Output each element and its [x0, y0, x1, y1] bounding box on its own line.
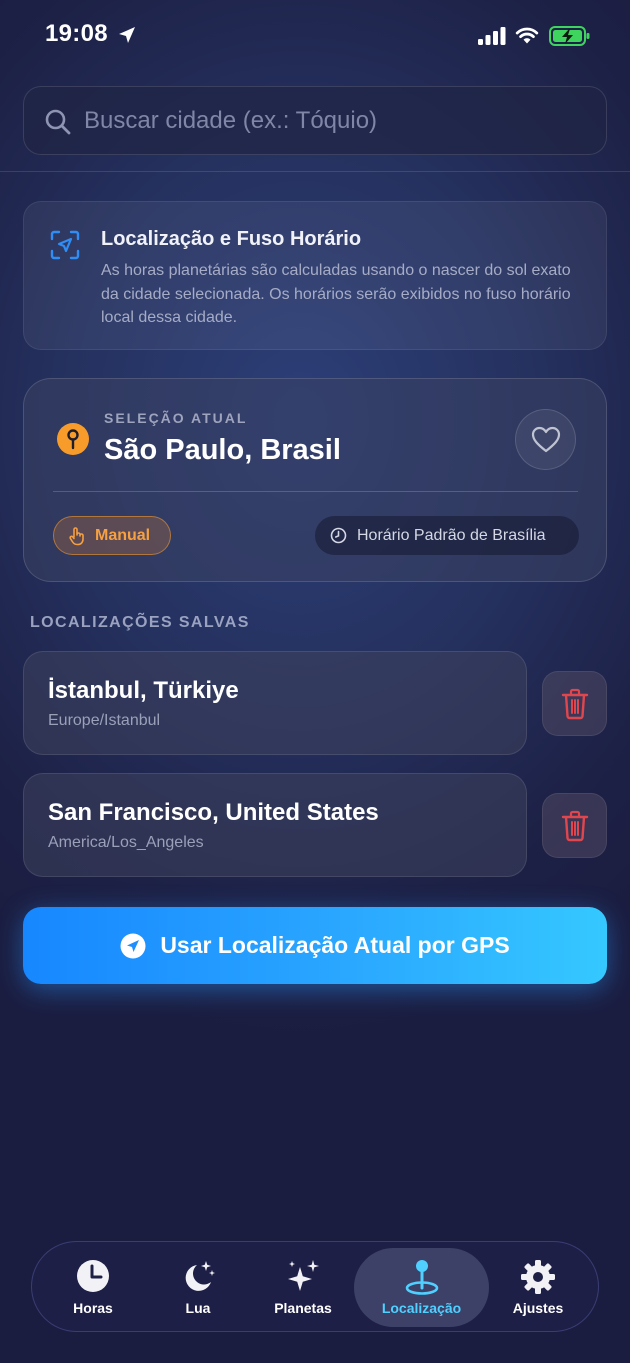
gear-icon [521, 1260, 555, 1294]
tab-planetas[interactable]: Planetas [257, 1242, 349, 1333]
tab-label: Localização [381, 1300, 462, 1316]
use-gps-location-button[interactable]: Usar Localização Atual por GPS [23, 907, 607, 984]
info-description: As horas planetárias são calculadas usan… [101, 262, 571, 326]
manual-mode-badge: Manual [53, 516, 171, 555]
delete-location-button[interactable] [542, 793, 607, 858]
search-input[interactable] [84, 105, 584, 137]
location-arrow-icon [119, 27, 135, 43]
card-divider [53, 491, 578, 492]
tab-label: Planetas [274, 1300, 332, 1316]
tab-ajustes[interactable]: Ajustes [492, 1242, 584, 1333]
battery-charging-icon [549, 26, 590, 46]
search-bar[interactable] [23, 86, 607, 155]
tab-lua[interactable]: Lua [152, 1242, 244, 1333]
current-selection-label: SELEÇÃO ATUAL [104, 410, 248, 426]
clock-icon [77, 1260, 109, 1292]
location-arrow-circle-icon [120, 933, 146, 958]
favorite-button[interactable] [515, 409, 576, 470]
tab-label: Horas [73, 1300, 113, 1316]
location-pin-icon [405, 1260, 438, 1295]
timezone-label: Horário Padrão de Brasília [357, 526, 546, 544]
wifi-icon [515, 27, 539, 44]
timezone-badge: Horário Padrão de Brasília [315, 516, 579, 555]
clock-icon [330, 527, 347, 544]
tab-horas[interactable]: Horas [47, 1242, 139, 1333]
trash-icon [561, 688, 588, 719]
saved-location-timezone: Europe/Istanbul [48, 712, 161, 729]
current-selection-card: SELEÇÃO ATUAL São Paulo, Brasil Manual H… [23, 378, 607, 582]
delete-location-button[interactable] [542, 671, 607, 736]
manual-mode-label: Manual [95, 526, 151, 544]
tab-localizacao[interactable]: Localização [354, 1242, 489, 1333]
use-gps-location-label: Usar Localização Atual por GPS [160, 932, 510, 958]
tab-bar: Horas Lua Planetas Localização Ajustes [31, 1241, 599, 1332]
status-time: 19:08 [45, 20, 108, 47]
tab-label: Ajustes [512, 1300, 564, 1316]
saved-location-name: İstanbul, Türkiye [48, 677, 239, 704]
info-title: Localização e Fuso Horário [101, 228, 362, 250]
saved-location-timezone: America/Los_Angeles [48, 834, 204, 851]
pin-icon [57, 423, 89, 455]
location-scan-icon [50, 230, 80, 260]
hand-tap-icon [69, 526, 84, 545]
current-city-name: São Paulo, Brasil [104, 434, 341, 466]
heart-icon [531, 426, 560, 452]
saved-location-item[interactable]: San Francisco, United States America/Los… [23, 773, 527, 877]
moon-icon [185, 1261, 215, 1291]
cellular-signal-icon [478, 27, 506, 45]
info-card: Localização e Fuso Horário As horas plan… [23, 201, 607, 350]
saved-location-item[interactable]: İstanbul, Türkiye Europe/Istanbul [23, 651, 527, 755]
saved-location-name: San Francisco, United States [48, 799, 379, 826]
saved-locations-heading: LOCALIZAÇÕES SALVAS [30, 614, 250, 631]
status-bar: 19:08 [0, 0, 630, 70]
tab-label: Lua [185, 1300, 211, 1316]
search-icon [45, 109, 71, 135]
sparkles-icon [288, 1260, 319, 1291]
trash-icon [561, 810, 588, 841]
